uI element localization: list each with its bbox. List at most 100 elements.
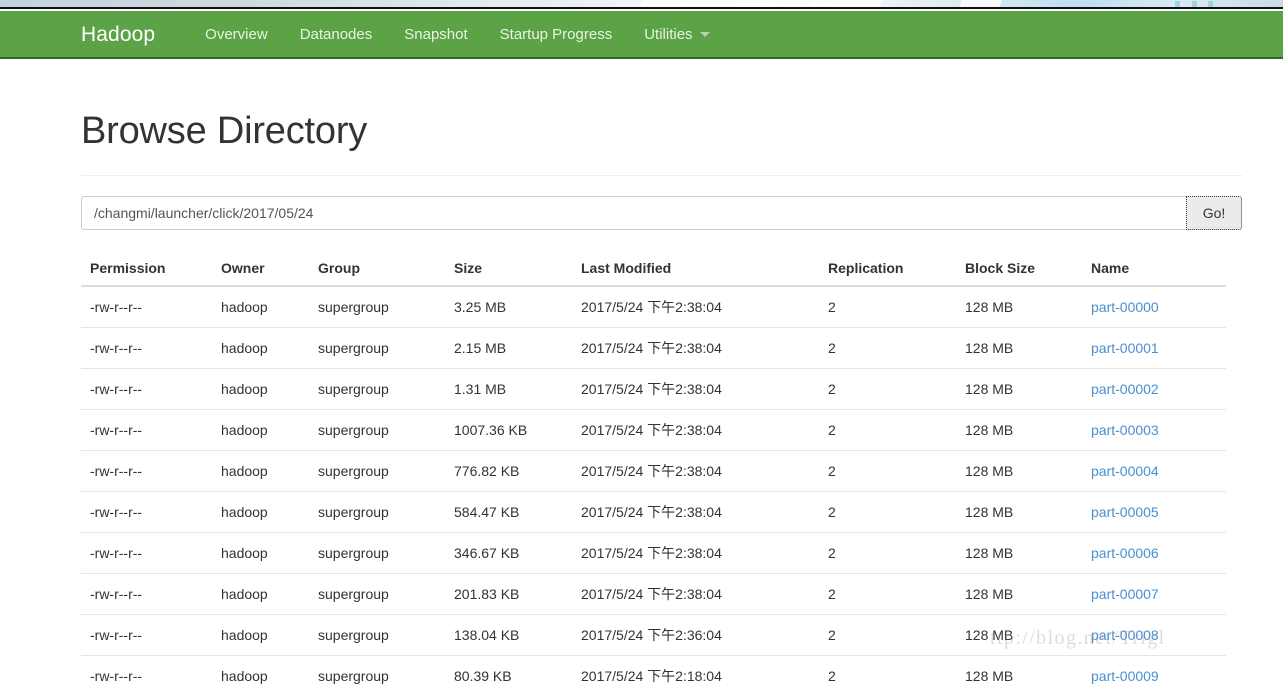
table-row: -rw-r--r-- hadoop supergroup 1.31 MB 2017/5/… [81, 367, 1226, 410]
file-link[interactable]: part-00009 [1091, 668, 1159, 684]
cell-owner: hadoop [213, 572, 310, 615]
cell-block-size: 128 MB [957, 531, 1083, 574]
cell-size: 138.04 KB [446, 613, 573, 656]
file-link[interactable]: part-00000 [1091, 299, 1159, 315]
chevron-down-icon [699, 31, 710, 37]
strip-sheen [956, 0, 1004, 7]
cell-owner: hadoop [213, 531, 310, 574]
cell-name: part-00009 [1083, 654, 1226, 696]
cell-last-modified: 2017/5/24 下午2:38:04 [573, 531, 820, 574]
nav-item-utilities[interactable]: Utilities [628, 27, 725, 42]
table-row: -rw-r--r-- hadoop supergroup 138.04 KB 2017/… [81, 613, 1226, 656]
cell-name: part-00007 [1083, 572, 1226, 615]
cell-last-modified: 2017/5/24 下午2:38:04 [573, 490, 820, 533]
cell-group: supergroup [310, 408, 446, 451]
cell-permission: -rw-r--r-- [90, 298, 143, 315]
strip-tick [1192, 1, 1197, 7]
column-header-name[interactable]: Name [1083, 251, 1226, 287]
nav-item-startup-progress[interactable]: Startup Progress [484, 27, 629, 42]
table-header-row: Permission Owner Group Size Last Modifie… [81, 251, 1226, 287]
cell-replication: 2 [820, 408, 957, 451]
cell-last-modified: 2017/5/24 下午2:36:04 [573, 613, 820, 656]
table-body: -rw-r--r-- hadoop supergroup 3.25 MB 2017/5/… [81, 286, 1226, 696]
cell-size: 346.67 KB [446, 531, 573, 574]
cell-size: 1.31 MB [446, 367, 573, 410]
cell-block-size: 128 MB [957, 367, 1083, 410]
cell-replication: 2 [820, 654, 957, 696]
cell-name: part-00000 [1083, 286, 1226, 328]
cell-last-modified: 2017/5/24 下午2:38:04 [573, 449, 820, 492]
brand-logo[interactable]: Hadoop [81, 24, 155, 45]
table-row: -rw-r--r-- hadoop supergroup 2.15 MB 2017/5/… [81, 326, 1226, 369]
nav-label: Startup Progress [499, 25, 613, 43]
cell-permission: -rw-r--r-- [81, 490, 213, 533]
cell-permission: -rw-r--r-- [81, 613, 213, 656]
cell-replication: 2 [828, 298, 836, 315]
directory-listing-table: Permission Owner Group Size Last Modifie… [81, 251, 1226, 696]
cell-group: supergroup [310, 613, 446, 656]
cell-name: part-00001 [1083, 326, 1226, 369]
cell-replication: 2 [820, 572, 957, 615]
file-link[interactable]: part-00007 [1091, 586, 1159, 602]
nav-item-snapshot[interactable]: Snapshot [388, 27, 483, 42]
nav-item-datanodes[interactable]: Datanodes [284, 27, 389, 42]
cell-owner: hadoop [213, 613, 310, 656]
cell-group: supergroup [310, 367, 446, 410]
cell-block-size: 128 MB [957, 572, 1083, 615]
file-link[interactable]: part-00005 [1091, 504, 1159, 520]
cell-replication: 2 [820, 449, 957, 492]
go-button[interactable]: Go! [1186, 195, 1242, 230]
page-top-strip [0, 0, 1283, 9]
cell-replication: 2 [820, 367, 957, 410]
nav-label: Overview [205, 25, 268, 43]
nav-label: Snapshot [404, 25, 468, 43]
strip-tick [1175, 1, 1180, 7]
cell-owner: hadoop [221, 298, 268, 315]
table-row: -rw-r--r-- hadoop supergroup 80.39 KB 2017/5… [81, 654, 1226, 696]
cell-owner: hadoop [213, 654, 310, 696]
cell-name: part-00003 [1083, 408, 1226, 451]
cell-replication: 2 [820, 613, 957, 656]
table-header: Permission Owner Group Size Last Modifie… [81, 251, 1226, 287]
path-input-group: Go! [81, 195, 1242, 230]
column-header-size[interactable]: Size [446, 251, 573, 287]
nav-label: Utilities [644, 25, 693, 43]
cell-block-size: 128 MB [957, 490, 1083, 533]
column-header-permission[interactable]: Permission [81, 251, 213, 287]
cell-group: supergroup [310, 572, 446, 615]
cell-permission: -rw-r--r-- [81, 572, 213, 615]
file-link[interactable]: part-00006 [1091, 545, 1159, 561]
cell-permission: -rw-r--r-- [81, 408, 213, 451]
file-link[interactable]: part-00008 [1091, 627, 1159, 643]
column-header-replication[interactable]: Replication [820, 251, 957, 287]
cell-block-size: 128 MB [957, 449, 1083, 492]
cell-size: 776.82 KB [446, 449, 573, 492]
strip-tick [1208, 1, 1213, 7]
path-input[interactable] [81, 195, 1186, 230]
cell-replication: 2 [820, 531, 957, 574]
nav-item-overview[interactable]: Overview [189, 27, 284, 42]
cell-replication: 2 [820, 490, 957, 533]
column-header-block-size[interactable]: Block Size [957, 251, 1083, 287]
file-link[interactable]: part-00001 [1091, 340, 1159, 356]
column-header-group[interactable]: Group [310, 251, 446, 287]
file-link[interactable]: part-00004 [1091, 463, 1159, 479]
cell-block-size: 128 MB [957, 408, 1083, 451]
cell-block-size: 128 MB [957, 326, 1083, 369]
cell-size: 80.39 KB [446, 654, 573, 696]
file-link[interactable]: part-00003 [1091, 422, 1159, 438]
cell-last-modified: 2017/5/24 下午2:38:04 [581, 298, 722, 315]
main-content: Browse Directory Go! Permission Owner Gr… [0, 59, 1283, 696]
strip-sheen [636, 0, 764, 7]
column-header-last-modified[interactable]: Last Modified [573, 251, 820, 287]
cell-block-size: 128 MB [957, 613, 1083, 656]
cell-group: supergroup [310, 490, 446, 533]
cell-replication: 2 [820, 326, 957, 369]
cell-name: part-00002 [1083, 367, 1226, 410]
cell-last-modified: 2017/5/24 下午2:38:04 [573, 572, 820, 615]
column-header-owner[interactable]: Owner [213, 251, 310, 287]
cell-last-modified: 2017/5/24 下午2:38:04 [573, 367, 820, 410]
file-link[interactable]: part-00002 [1091, 381, 1159, 397]
cell-size: 201.83 KB [446, 572, 573, 615]
cell-size: 1007.36 KB [446, 408, 573, 451]
